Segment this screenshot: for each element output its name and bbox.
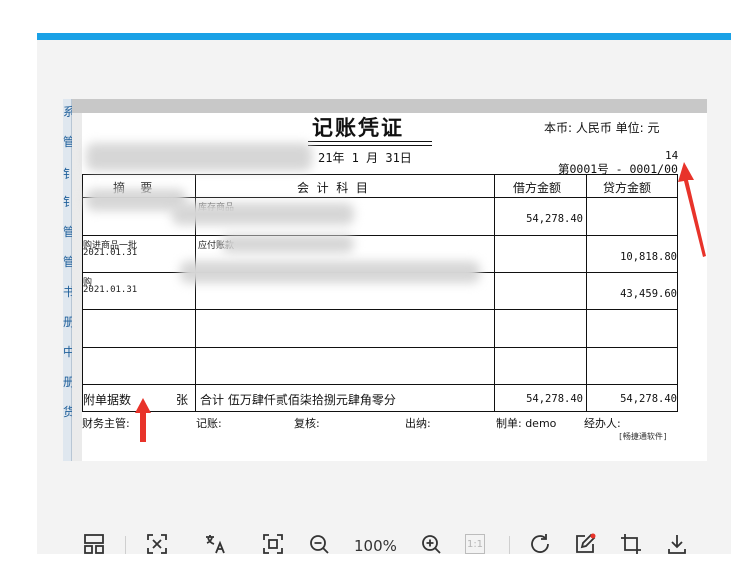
toolbar-background <box>37 554 731 584</box>
download-icon[interactable] <box>665 532 689 556</box>
fit-screen-icon[interactable] <box>261 532 285 556</box>
sign-cashier: 出纳: <box>405 417 431 430</box>
attachments-label: 附单据数 <box>83 393 132 407</box>
header-credit: 贷方金额 <box>603 181 652 195</box>
header-debit: 借方金额 <box>513 181 562 195</box>
total-debit: 54,278.40 <box>526 393 583 405</box>
row-divider <box>83 384 677 385</box>
voucher-title: 记账凭证 <box>312 115 404 140</box>
column-divider <box>494 175 495 411</box>
sidebar-item: 钅 <box>63 167 72 181</box>
sidebar-item: 册 <box>63 315 72 329</box>
ocr-icon[interactable] <box>145 532 169 556</box>
sidebar-item: 管 <box>63 255 72 269</box>
row-divider <box>83 347 677 348</box>
sidebar-item: 中 <box>63 345 72 359</box>
toolbar-separator <box>125 536 126 554</box>
document-top-border <box>72 99 707 113</box>
sign-manager: 财务主管: <box>82 417 130 430</box>
attachments-unit: 张 <box>176 393 189 407</box>
sidebar-item: 书 <box>63 285 72 299</box>
header-account: 会 计 科 目 <box>297 181 368 195</box>
row-divider <box>83 309 677 310</box>
zoom-out-icon[interactable] <box>307 532 331 556</box>
translate-icon[interactable] <box>203 532 227 556</box>
sidebar-item: 管 <box>63 135 72 149</box>
row1-debit: 54,278.40 <box>526 213 583 225</box>
sidebar-item: 册 <box>63 375 72 389</box>
sign-reviewer: 复核: <box>294 417 320 430</box>
rotate-icon[interactable] <box>528 532 552 556</box>
sign-maker: 制单: demo <box>496 417 557 430</box>
redaction-blur <box>172 203 354 225</box>
sign-bookkeeper: 记账: <box>196 417 222 430</box>
thumbnails-icon[interactable] <box>82 532 106 556</box>
edit-icon[interactable] <box>573 532 597 556</box>
redaction-blur <box>180 261 480 283</box>
total-amount-words: 合计 伍万肆仟贰佰柒拾捌元肆角零分 <box>200 393 396 407</box>
toolbar-separator <box>509 536 510 554</box>
window-accent-bar <box>37 33 731 40</box>
row3-summary-date: 2021.01.31 <box>83 285 138 295</box>
redaction-blur <box>222 235 354 253</box>
voucher-document: 记账凭证 本币: 人民币 单位: 元 21年 1 月 31日 14 第0001号… <box>72 99 707 461</box>
row-divider <box>83 235 677 236</box>
sidebar-item: 钅 <box>63 195 72 209</box>
row2-summary-date: 2021.01.31 <box>83 248 138 258</box>
currency-unit: 本币: 人民币 单位: 元 <box>544 121 660 135</box>
sidebar-item: 系 <box>63 105 72 119</box>
zoom-in-icon[interactable] <box>419 532 443 556</box>
sign-handler: 经办人: <box>584 417 621 430</box>
title-underline <box>308 141 432 142</box>
voucher-date: 21年 1 月 31日 <box>318 151 412 165</box>
row2-credit: 10,818.80 <box>620 251 677 263</box>
row3-credit: 43,459.60 <box>620 288 677 300</box>
crop-icon[interactable] <box>619 532 643 556</box>
title-underline <box>308 145 432 146</box>
total-credit: 54,278.40 <box>620 393 677 405</box>
background-app-sidebar: 系 管 钅 钅 管 管 书 册 中 册 货 <box>63 99 72 461</box>
document-left-border <box>72 113 82 461</box>
redaction-blur <box>86 189 186 211</box>
sidebar-item: 货 <box>63 405 72 419</box>
sidebar-item: 管 <box>63 225 72 239</box>
redaction-blur <box>86 143 312 171</box>
software-label: [畅捷通软件] <box>618 432 668 441</box>
actual-size-button[interactable]: 1:1 <box>465 534 485 554</box>
zoom-level: 100% <box>354 537 397 555</box>
